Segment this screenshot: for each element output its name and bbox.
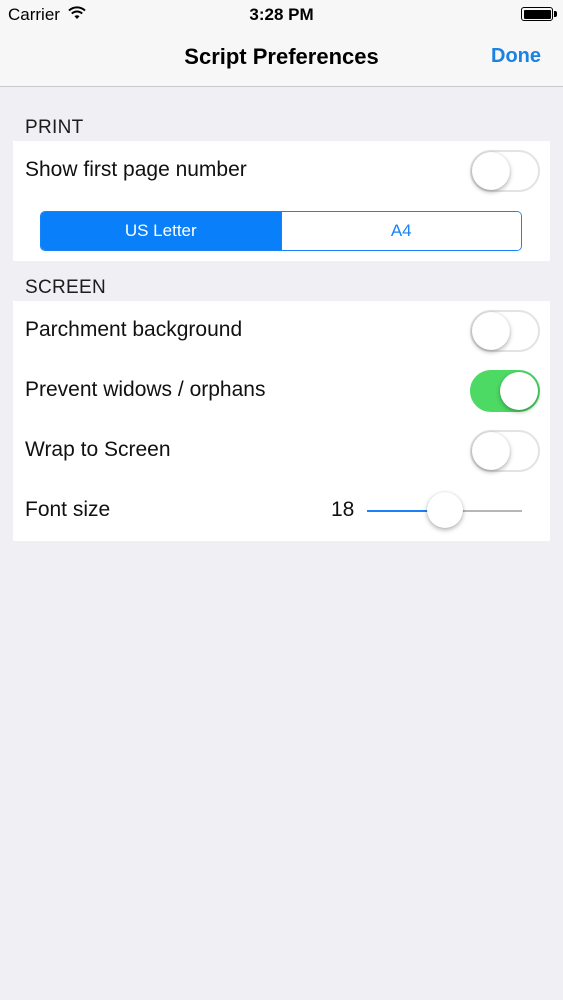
font-size-label: Font size	[25, 498, 111, 521]
prevent-widows-label: Prevent widows / orphans	[25, 378, 266, 401]
wrap-to-screen-label: Wrap to Screen	[25, 438, 171, 461]
screen-section-header: SCREEN	[25, 277, 106, 298]
font-size-row: Font size 18	[13, 481, 550, 541]
font-size-value: 18	[331, 498, 355, 521]
font-size-slider[interactable]	[367, 492, 522, 528]
status-bar: Carrier 3:28 PM	[0, 0, 563, 28]
parchment-background-row: Parchment background	[13, 301, 550, 361]
battery-icon	[521, 7, 557, 21]
switch-knob	[472, 312, 510, 350]
print-settings-group: Show first page number US Letter A4	[13, 141, 550, 261]
segment-us-letter[interactable]: US Letter	[41, 212, 281, 250]
parchment-background-switch[interactable]	[470, 310, 540, 352]
paper-size-segmented-control[interactable]: US Letter A4	[40, 211, 522, 251]
wrap-to-screen-switch[interactable]	[470, 430, 540, 472]
parchment-background-label: Parchment background	[25, 318, 243, 341]
show-first-page-number-switch[interactable]	[470, 150, 540, 192]
show-first-page-number-label: Show first page number	[25, 158, 247, 181]
page-title: Script Preferences	[184, 44, 379, 69]
print-section-header: PRINT	[25, 117, 84, 138]
navigation-bar: Script Preferences Done	[0, 28, 563, 87]
switch-knob	[472, 432, 510, 470]
done-button[interactable]: Done	[491, 45, 541, 68]
switch-knob	[472, 152, 510, 190]
prevent-widows-switch[interactable]	[470, 370, 540, 412]
switch-knob	[500, 372, 538, 410]
slider-thumb[interactable]	[426, 492, 463, 528]
status-time: 3:28 PM	[249, 5, 314, 24]
segment-a4[interactable]: A4	[280, 212, 521, 250]
prevent-widows-row: Prevent widows / orphans	[13, 361, 550, 421]
screen-settings-group: Parchment background Prevent widows / or…	[13, 301, 550, 541]
show-first-page-number-row: Show first page number	[13, 141, 550, 201]
wrap-to-screen-row: Wrap to Screen	[13, 421, 550, 481]
